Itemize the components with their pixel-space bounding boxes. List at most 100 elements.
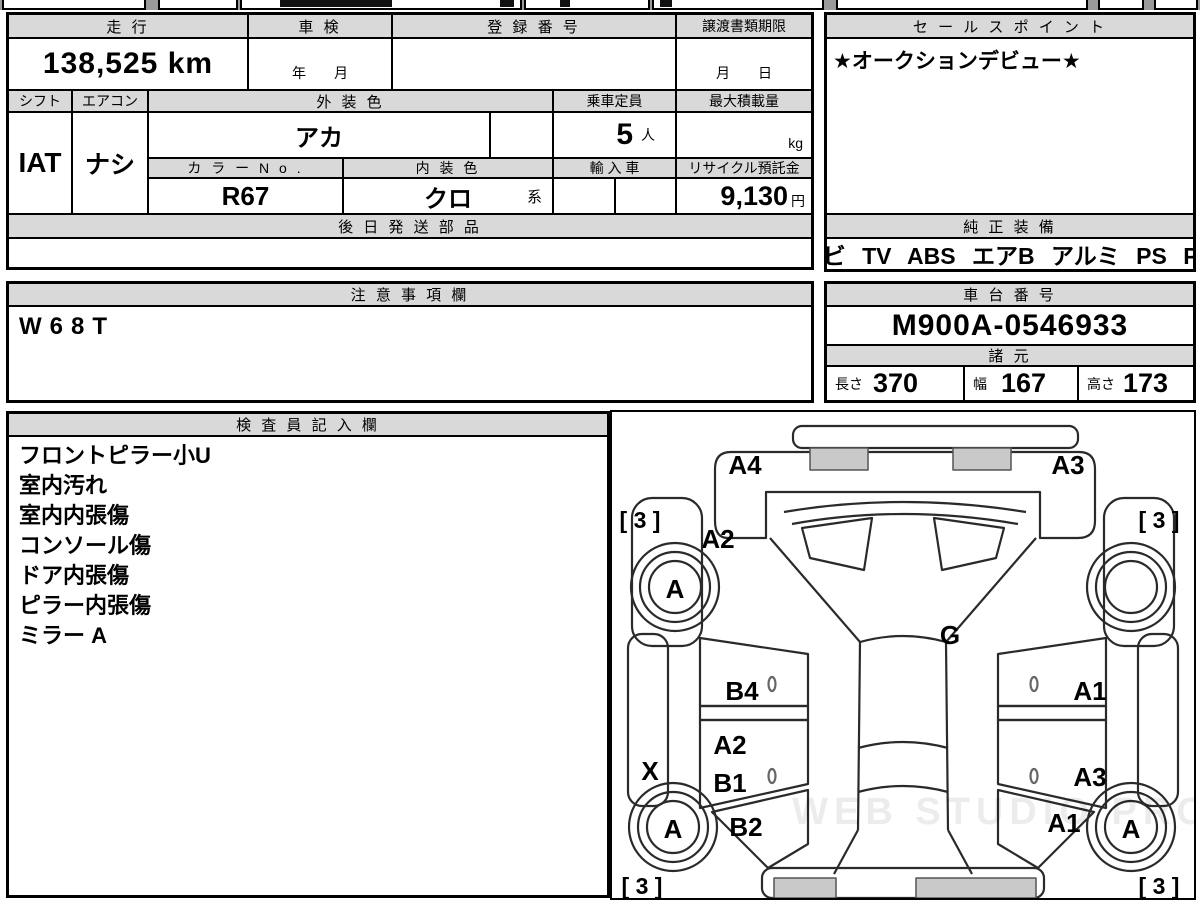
spec-length: 長さ 370 [826,366,964,401]
chassis-spec-box: 車 台 番 号 M900A-0546933 諸 元 長さ 370 幅 167 高… [824,281,1196,403]
wheel-label-rl: A [664,814,683,844]
inspection-header: 車 検 [248,14,392,38]
inspector-item: フロントピラー小U [19,443,211,468]
chassis-header: 車 台 番 号 [826,283,1194,306]
width-label: 幅 [973,375,987,392]
tire-label-tl: [ 3 ] [620,507,661,533]
sill-right [1136,632,1180,808]
inspector-item: ミラー A [19,623,108,648]
later-shipped-parts-header: 後 日 発 送 部 品 [8,214,812,238]
damage-label-b1: B1 [713,768,746,798]
capacity-unit: 人 [641,127,655,143]
cutoff-cell [2,0,146,10]
cutoff-cell [836,0,1088,10]
inspector-header: 検 査 員 記 入 欄 [8,413,608,436]
door-handle [1029,767,1039,785]
spec-width: 幅 167 [964,366,1078,401]
damage-label-a3-door: A3 [1073,762,1106,792]
cutoff-cell [524,0,650,10]
shift-value: IAT [8,112,72,214]
cutoff-cell [652,0,824,10]
damage-label-a1-door: A1 [1073,676,1106,706]
mileage-header: 走 行 [8,14,248,38]
payload-header: 最大積載量 [676,90,812,112]
height-value: 173 [1123,368,1169,398]
damage-label-x: X [641,756,659,786]
vehicle-info-table: 走 行 車 検 登 録 番 号 譲渡書類期限 138,525 km 年 月 月 … [6,12,814,270]
capacity-value: 5 人 [553,112,676,158]
door-handle [767,675,777,693]
payload-unit: kg [676,112,812,158]
cutoff-cell [1154,0,1198,10]
recycle-amount: 9,130 [720,180,788,211]
inspector-item: 室内汚れ [19,473,108,498]
cutoff-text-remnant [560,0,570,7]
equipment-list: ナビ TV ABS エアB アルミ PS PW [826,238,1194,270]
interior-color-name: クロ [424,185,472,213]
cutoff-cell [158,0,238,10]
import-header: 輸 入 車 [553,158,676,178]
notes-box: 注 意 事 項 欄 W68T [6,281,814,403]
damage-label-a1-quarter: A1 [1047,808,1080,838]
exterior-color-header: 外 装 色 [148,90,553,112]
damage-label-a4: A4 [728,450,762,480]
inspector-notes-box: 検 査 員 記 入 欄 フロントピラー小U 室内汚れ 室内内張傷 コンソール傷 … [6,411,610,898]
sales-point-box: セ ー ル ス ポ イ ン ト ★オークションデビュー★ 純 正 装 備 ナビ … [824,12,1196,272]
height-label: 高さ [1087,375,1115,392]
damage-label-a2-mid: A2 [713,730,746,760]
equipment-header: 純 正 装 備 [826,214,1194,238]
length-value: 370 [873,368,919,398]
interior-color-suffix: 系 [526,189,542,206]
rear-lamp-right [915,877,1037,899]
color-no-value: R67 [148,178,343,214]
notes-header: 注 意 事 項 欄 [8,283,812,306]
aircon-header: エアコン [72,90,148,112]
sales-point-text: ★オークションデビュー★ [826,38,1194,214]
tire-label-br: [ 3 ] [1139,873,1180,898]
car-top-view-diagram: WEB STUDIO PRO A4 A3 [ 3 ] [ 3 ] A2 A G … [620,424,1200,900]
rear-lamp-left [773,877,837,899]
tire-label-tr: [ 3 ] [1139,507,1180,533]
inspector-item: ピラー内張傷 [19,593,152,618]
damage-label-b4: B4 [725,676,759,706]
door-divider-left [698,704,810,722]
auction-sheet: 走 行 車 検 登 録 番 号 譲渡書類期限 138,525 km 年 月 月 … [0,0,1200,900]
cutoff-text-remnant [500,0,514,7]
damage-label-g: G [940,620,960,650]
recycle-deposit-value: 9,130 円 [676,178,812,214]
recycle-deposit-header: リサイクル預託金 [676,158,812,178]
damage-label-a2-front: A2 [701,524,734,554]
wiper-arc [783,500,1027,514]
seat-left [800,516,874,572]
cutoff-text-remnant [660,0,672,7]
recycle-unit: 円 [791,193,805,209]
length-label: 長さ [835,375,863,392]
inspector-item: コンソール傷 [19,533,152,558]
import-cell-1 [553,178,615,214]
door-handle [767,767,777,785]
car-front-strip [791,424,1080,450]
registration-value [392,38,676,90]
hood-line [769,537,861,643]
damage-label-a3-top: A3 [1051,450,1084,480]
cutoff-row [0,0,1200,10]
registration-header: 登 録 番 号 [392,14,676,38]
wheel-label-fl: A [666,574,685,604]
shift-header: シフト [8,90,72,112]
transfer-deadline-value: 月 日 [676,38,812,90]
width-value: 167 [1001,368,1047,398]
cowl-curve [859,634,947,644]
interior-color-value: クロ 系 [343,178,553,214]
car-front-panel [713,450,1097,540]
damage-label-b2: B2 [729,812,762,842]
capacity-header: 乗車定員 [553,90,676,112]
chassis-number: M900A-0546933 [826,306,1194,345]
color-no-header: カ ラ ー N o . [148,158,343,178]
front-lamp-right [952,447,1012,471]
inspector-list: フロントピラー小U 室内汚れ 室内内張傷 コンソール傷 ドア内張傷 ピラー内張傷… [8,436,608,896]
door-divider-right [996,704,1108,722]
later-shipped-parts-value [8,238,812,268]
tire-label-bl: [ 3 ] [622,873,663,898]
spec-header: 諸 元 [826,345,1194,366]
seat-right [932,516,1006,572]
